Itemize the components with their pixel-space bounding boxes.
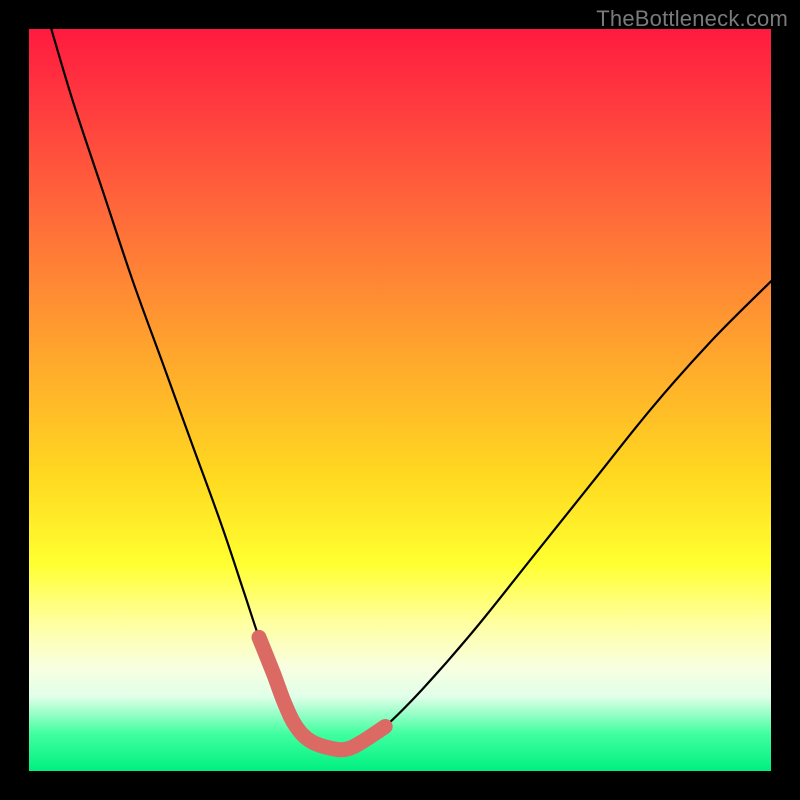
- curve-black: [51, 29, 771, 750]
- watermark-text: TheBottleneck.com: [596, 6, 788, 32]
- curve-red-highlight: [259, 637, 385, 749]
- chart-svg: [29, 29, 771, 771]
- chart-plot-area: [29, 29, 771, 771]
